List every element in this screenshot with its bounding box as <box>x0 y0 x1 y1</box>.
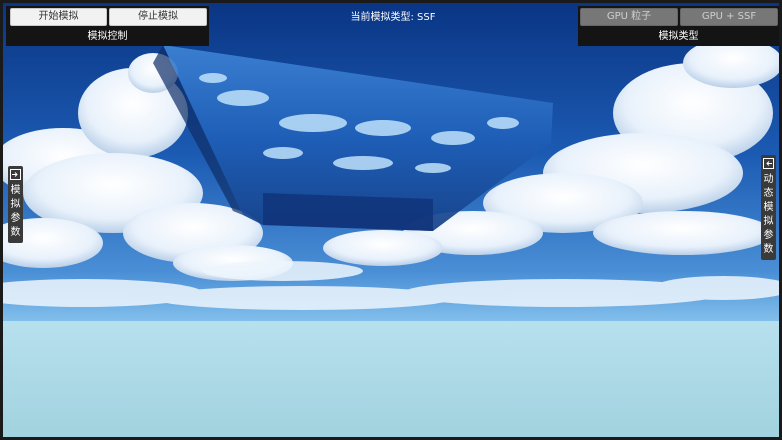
start-simulation-button[interactable]: 开始模拟 <box>10 8 107 26</box>
gpu-ssf-button[interactable]: GPU + SSF <box>680 8 778 26</box>
stop-simulation-button[interactable]: 停止模拟 <box>109 8 207 26</box>
app-window: 开始模拟 停止模拟 模拟控制 当前模拟类型: SSF GPU 粒子 GPU + … <box>0 0 782 440</box>
dynamic-params-tab[interactable]: 动态模拟参数 <box>761 155 776 260</box>
simulation-params-tab[interactable]: 模拟参数 <box>8 166 23 243</box>
simulation-type-title: 模拟类型 <box>658 31 699 42</box>
viewport-3d-scene <box>3 3 779 437</box>
exit-panel-icon <box>763 158 774 169</box>
dynamic-params-label: 动态模拟参数 <box>763 174 774 255</box>
gpu-particles-button[interactable]: GPU 粒子 <box>580 8 678 26</box>
current-simulation-type-status: 当前模拟类型: SSF <box>350 12 436 23</box>
simulation-control-title: 模拟控制 <box>87 31 128 42</box>
simulation-params-label: 模拟参数 <box>10 185 21 238</box>
exit-panel-icon <box>10 169 21 180</box>
